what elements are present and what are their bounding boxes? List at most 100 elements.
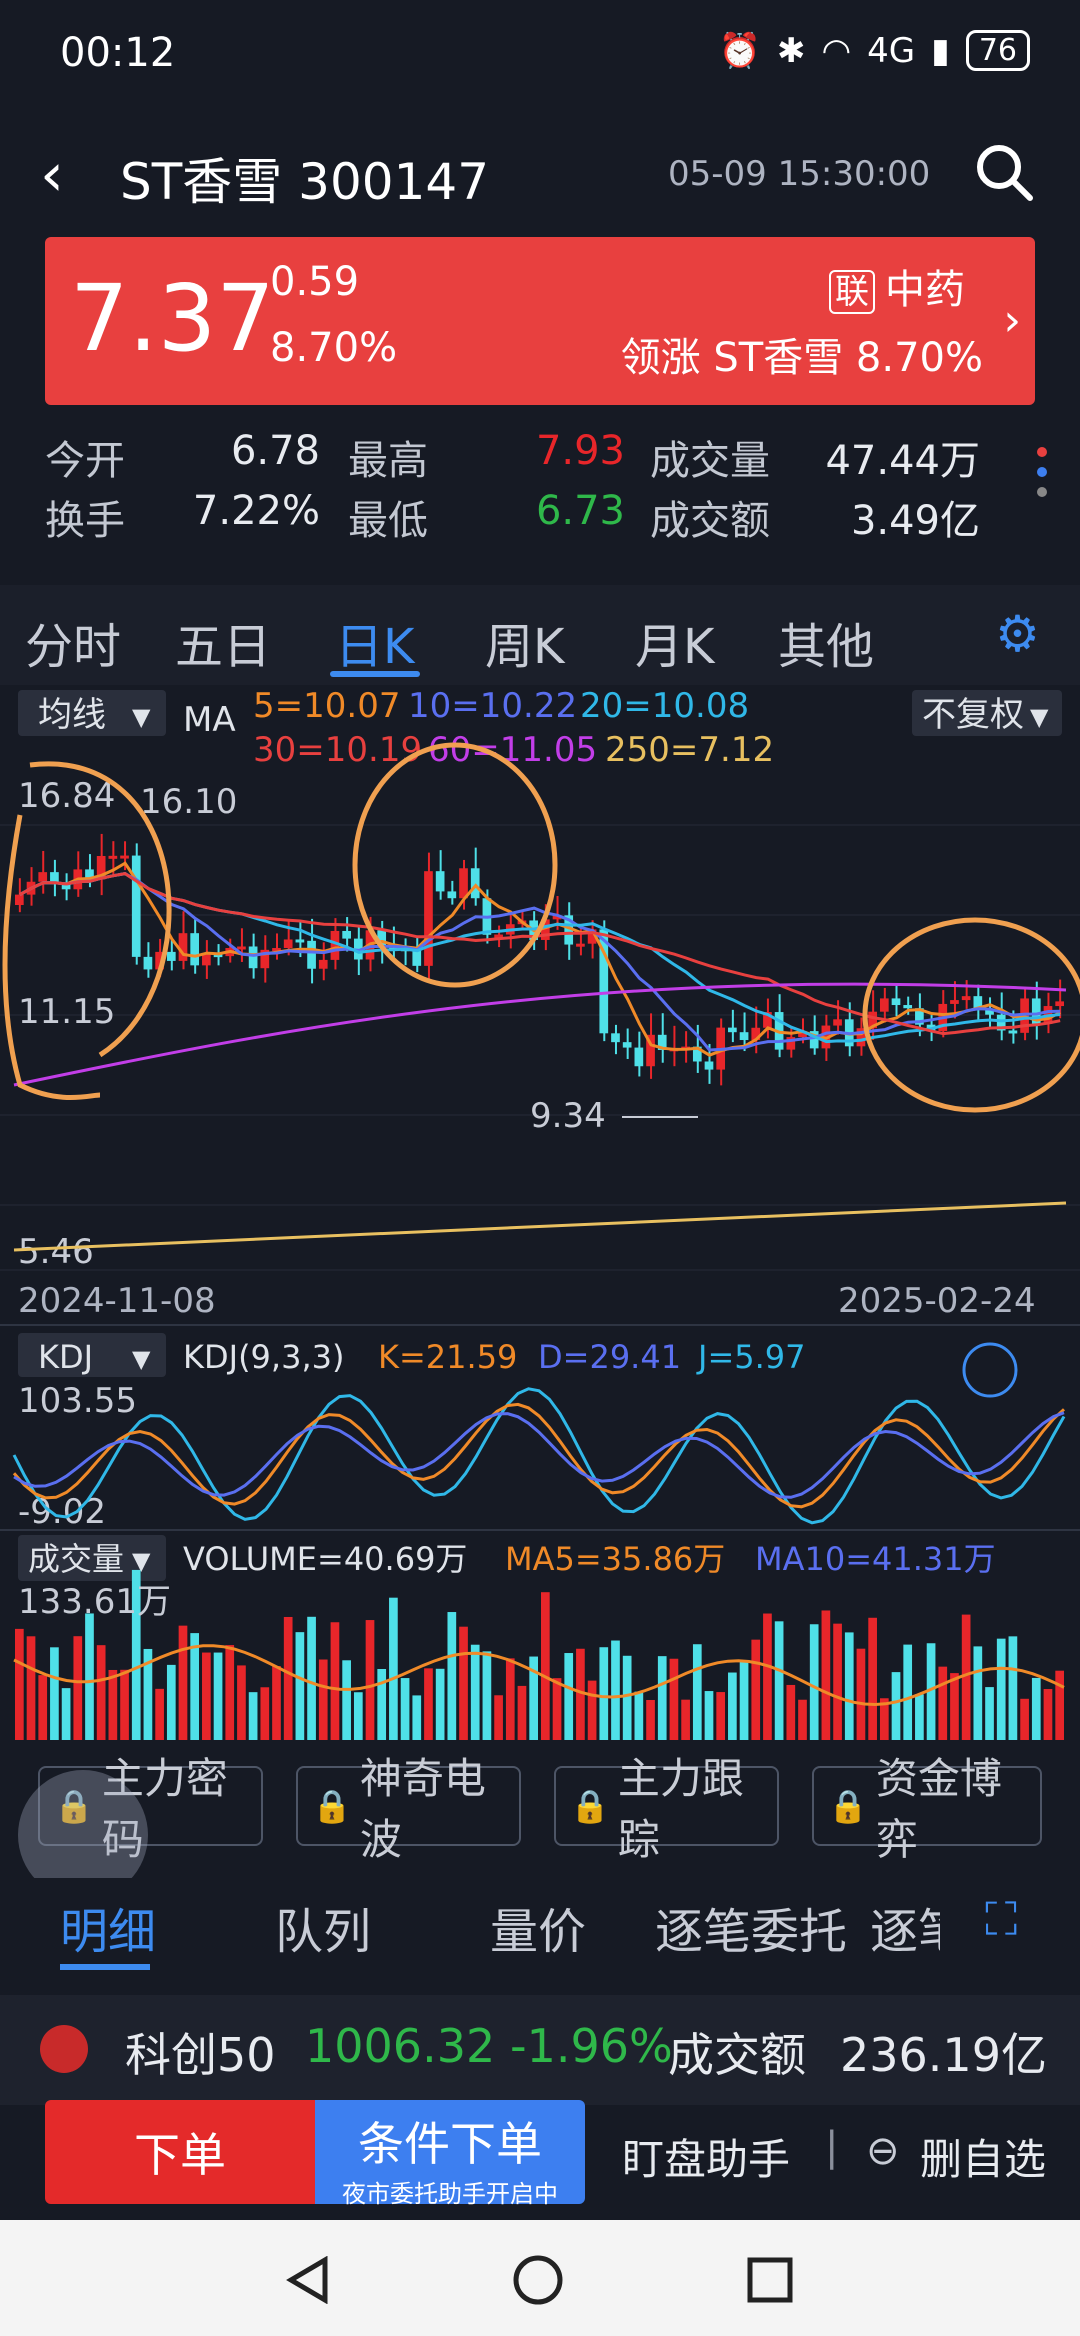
stock-header: ‹ ST香雪 300147 05-09 15:30:00 (0, 120, 1080, 230)
candle (903, 1005, 913, 1009)
fullscreen-icon[interactable]: ⛶ (985, 1892, 1017, 1948)
volume-bar (891, 1672, 901, 1740)
candle (891, 998, 901, 1006)
tab-five-day[interactable]: 五日 (175, 607, 271, 677)
open-label: 今开 (45, 438, 125, 484)
tab-detail[interactable]: 明细 (60, 1892, 156, 1962)
volume-bar (272, 1666, 281, 1740)
status-icons: ⏰ ✱ ◠ 4G ▮ 76 (719, 30, 1030, 71)
gear-icon[interactable]: ⚙ (995, 605, 1040, 663)
volume-bar (459, 1626, 468, 1740)
tab-other[interactable]: 其他 (778, 607, 874, 677)
volume-bar (353, 1692, 363, 1740)
tab-queue[interactable]: 队列 (275, 1892, 371, 1962)
ma30-value: 30=10.19 (253, 730, 422, 770)
feature-button-3[interactable]: 🔒 资金博弈 (812, 1754, 1042, 1864)
candle (470, 868, 480, 899)
candle (1055, 1001, 1064, 1007)
candle (202, 954, 211, 966)
candle (295, 939, 305, 943)
sector-name: 中药 (885, 267, 965, 313)
search-icon[interactable] (972, 140, 1036, 204)
lead-label: 领涨 (620, 335, 701, 381)
volume-bar (435, 1668, 445, 1740)
tab-intraday[interactable]: 分时 (25, 607, 121, 677)
volume-bar (178, 1625, 188, 1740)
price-change: 0.59 (270, 259, 360, 305)
volume-bar (704, 1691, 714, 1740)
kline-chart[interactable]: 均线 ▼ MA 5=10.07 10=10.22 20=10.08 30=10.… (0, 685, 1080, 1755)
ma5-value: 5=10.07 (253, 686, 400, 726)
tab-weekly-k[interactable]: 周K (485, 607, 564, 677)
volume-bar (634, 1691, 644, 1740)
volume-bar (482, 1651, 492, 1740)
candle (1008, 1030, 1018, 1034)
volume-bar (73, 1636, 83, 1740)
volume-bar (295, 1632, 305, 1740)
feature-label: 资金博弈 (875, 1754, 1002, 1864)
conditional-order-button[interactable]: 条件下单 夜市委托助手开启中 (315, 2100, 585, 2208)
volume-value: VOLUME=40.69万 (183, 1540, 467, 1578)
more-dots-icon[interactable] (1030, 442, 1054, 512)
turnover-label: 换手 (45, 498, 125, 544)
order-button[interactable]: 下单 (45, 2100, 315, 2204)
candle (248, 946, 258, 969)
detail-tabs: 明细 队列 量价 逐笔委托 逐笔 ⛶ (0, 1878, 1080, 1978)
volume-bar (342, 1660, 351, 1740)
feature-button-2[interactable]: 🔒 主力跟踪 (554, 1754, 779, 1864)
feature-label: 主力跟踪 (617, 1754, 744, 1864)
chevron-down-icon: ▼ (132, 703, 151, 731)
nav-back-icon[interactable] (285, 2256, 333, 2304)
volume-value: 47.44万 (825, 438, 980, 484)
lead-pct: 8.70% (855, 335, 983, 381)
volume-bar (318, 1659, 328, 1740)
index-ticker[interactable]: 科创50 1006.32 -1.96% 成交额 236.19亿 (0, 1995, 1080, 2105)
volume-bar (108, 1669, 118, 1740)
price-banner[interactable]: 7.37 0.59 8.70% 联中药 领涨 ST香雪 8.70% › (45, 237, 1035, 405)
tab-daily-k[interactable]: 日K (335, 607, 414, 677)
candle (435, 871, 445, 892)
candle (108, 855, 118, 859)
chevron-down-icon: ▼ (132, 1345, 151, 1373)
volume-bar (564, 1653, 574, 1740)
volume-bar (365, 1620, 375, 1740)
nav-recents-icon[interactable] (746, 2256, 794, 2304)
feature-button-1[interactable]: 🔒 神奇电波 (296, 1754, 521, 1864)
volume-bar (809, 1624, 819, 1740)
remove-watchlist-button[interactable]: 删自选 (920, 2126, 1046, 2187)
sector-link[interactable]: 联中药 (829, 257, 965, 315)
chevron-right-icon[interactable]: › (1003, 295, 1021, 346)
index-name: 科创50 (125, 2028, 276, 2082)
volume-bar (915, 1694, 924, 1740)
back-arrow-icon[interactable]: ‹ (40, 140, 64, 210)
quote-stats: 今开 6.78 最高 7.93 成交量 47.44万 换手 7.22% 最低 6… (0, 420, 1080, 570)
volume-bar (996, 1638, 1006, 1740)
volume-bar (166, 1664, 176, 1740)
start-date: 2024-11-08 (18, 1281, 216, 1321)
volume-bar (985, 1687, 994, 1740)
volume-bar (587, 1680, 597, 1740)
volume-bar (716, 1692, 726, 1740)
candle (307, 940, 316, 969)
quote-datetime: 05-09 15:30:00 (668, 154, 931, 194)
tab-order-by-order[interactable]: 逐笔委托 (655, 1892, 847, 1962)
feature-buttons: 🔒 主力密码 🔒 神奇电波 🔒 主力跟踪 🔒 资金博弈 (0, 1754, 1080, 1870)
volume-bar (821, 1610, 831, 1740)
volume-bar (494, 1695, 503, 1740)
nav-home-icon[interactable] (512, 2254, 564, 2306)
tab-tick-by-tick[interactable]: 逐笔 (870, 1892, 940, 1962)
volume-bar (412, 1695, 422, 1740)
volume-bar (552, 1678, 562, 1740)
sector-leader: 领涨 ST香雪 8.70% (621, 325, 983, 383)
tab-volume-price[interactable]: 量价 (490, 1892, 586, 1962)
volume-bar (470, 1644, 480, 1740)
watch-assistant-button[interactable]: 盯盘助手 (622, 2126, 790, 2187)
volume-bar (903, 1644, 913, 1740)
adjust-label: 不复权 (922, 695, 1024, 735)
candle (459, 868, 468, 899)
alarm-icon: ⏰ (718, 30, 761, 71)
candle (622, 1042, 632, 1048)
status-bar: 00:12 ⏰ ✱ ◠ 4G ▮ 76 (0, 0, 1080, 110)
index-value: 1006.32 (305, 2019, 496, 2073)
tab-monthly-k[interactable]: 月K (635, 607, 714, 677)
